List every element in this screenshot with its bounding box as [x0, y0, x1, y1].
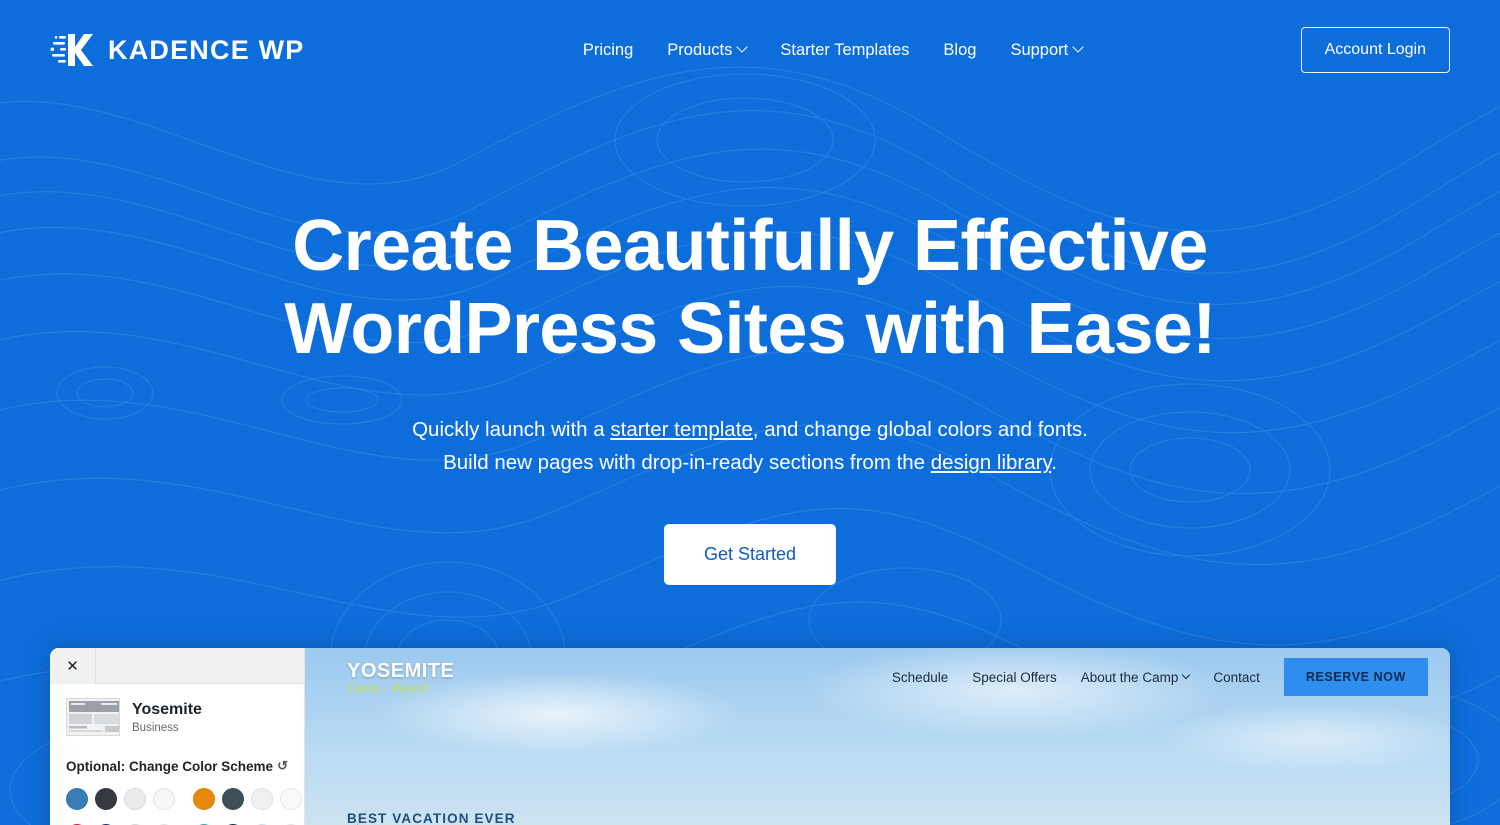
template-summary-row: Yosemite Business [66, 698, 288, 736]
nav-item-starter-templates[interactable]: Starter Templates [780, 41, 909, 60]
reserve-now-button[interactable]: RESERVE NOW [1283, 658, 1428, 696]
template-name: Yosemite [132, 700, 202, 718]
color-swatch [222, 788, 244, 810]
starter-template-panel: ✕ Yosemite Business Optional: Change Col… [50, 648, 305, 825]
subtitle-text: Quickly launch with a [412, 417, 611, 441]
hero-subtitle: Quickly launch with a starter template, … [0, 413, 1500, 481]
template-category: Business [132, 722, 179, 735]
brand-name: KADENCE WP [108, 34, 305, 65]
account-login-button[interactable]: Account Login [1300, 27, 1450, 73]
preview-nav-label: About the Camp [1080, 669, 1179, 685]
preview-logo-main: YOSEMITE [347, 659, 455, 682]
starter-template-link[interactable]: starter template [610, 418, 752, 441]
nav-item-support[interactable]: Support [1010, 40, 1084, 60]
panel-toolbar: ✕ [50, 648, 304, 684]
preview-nav-about-the-camp[interactable]: About the Camp [1080, 669, 1191, 685]
reset-circular-arrow-icon[interactable]: ↺ [277, 758, 288, 774]
nav-label: Pricing [582, 40, 634, 59]
preview-nav-schedule[interactable]: Schedule [892, 670, 948, 685]
main-navigation: Pricing Products Starter Templates Blog … [365, 41, 1301, 60]
subtitle-text: . [1051, 451, 1057, 475]
preview-nav-label: Special Offers [972, 669, 1057, 685]
preview-site-menu: Schedule Special Offers About the Camp C… [892, 658, 1428, 696]
preview-logo-sub: Camp - Resort [347, 680, 429, 695]
preview-site-header: YOSEMITE Camp - Resort Schedule Special … [305, 648, 1450, 706]
color-scheme-header: Optional: Change Color Scheme ↺ [66, 758, 288, 774]
nav-label: Support [1010, 40, 1069, 59]
nav-item-blog[interactable]: Blog [943, 41, 976, 60]
preview-nav-label: Schedule [891, 669, 949, 685]
site-preview: YOSEMITE Camp - Resort Schedule Special … [305, 648, 1450, 825]
chevron-down-icon [736, 41, 749, 53]
color-swatch [193, 788, 215, 810]
color-swatch [66, 788, 88, 810]
color-swatch [251, 788, 273, 810]
color-swatch [280, 788, 302, 810]
nav-label: Products [667, 40, 733, 59]
color-scheme-option[interactable] [66, 788, 175, 810]
design-library-link[interactable]: design library [931, 451, 1051, 474]
headline-line-2: WordPress Sites with Ease! [284, 288, 1216, 369]
landing-page: KADENCE WP Pricing Products Starter Temp… [0, 0, 1500, 825]
kadence-k-logo-icon [50, 34, 93, 66]
preview-nav-contact[interactable]: Contact [1213, 670, 1260, 685]
nav-item-products[interactable]: Products [667, 40, 749, 60]
nav-item-pricing[interactable]: Pricing [583, 41, 633, 60]
get-started-button[interactable]: Get Started [663, 524, 837, 586]
preview-nav-special-offers[interactable]: Special Offers [972, 670, 1057, 685]
preview-site-logo[interactable]: YOSEMITE Camp - Resort [347, 661, 454, 694]
page-title: Create Beautifully Effective WordPress S… [245, 205, 1255, 371]
template-meta: Yosemite Business [132, 700, 202, 734]
chevron-down-icon [1182, 670, 1191, 680]
app-screenshot-mockup: ✕ Yosemite Business Optional: Change Col… [50, 648, 1450, 825]
close-icon[interactable]: ✕ [50, 648, 96, 684]
brand-logo-link[interactable]: KADENCE WP [50, 30, 305, 70]
color-scheme-row-1 [66, 788, 302, 810]
cta-container: Get Started [0, 524, 1500, 586]
color-scheme-label: Optional: Change Color Scheme [66, 758, 274, 774]
subtitle-line-1: Quickly launch with a starter template, … [412, 418, 1088, 441]
color-scheme-option[interactable] [193, 788, 302, 810]
panel-body: Yosemite Business Optional: Change Color… [50, 684, 304, 825]
color-swatch [124, 788, 146, 810]
color-swatch [95, 788, 117, 810]
nav-label: Starter Templates [780, 40, 910, 59]
subtitle-line-2: Build new pages with drop-in-ready secti… [443, 451, 1057, 474]
template-thumbnail [66, 698, 120, 736]
subtitle-text: , and change global colors and fonts. [752, 417, 1088, 441]
chevron-down-icon [1072, 41, 1084, 53]
preview-headline: BEST VACATION EVER [347, 811, 516, 825]
preview-nav-label: Contact [1213, 669, 1260, 685]
site-header: KADENCE WP Pricing Products Starter Temp… [0, 0, 1500, 100]
subtitle-text: Build new pages with drop-in-ready secti… [443, 451, 931, 475]
nav-label: Blog [943, 40, 977, 59]
headline-line-1: Create Beautifully Effective [292, 206, 1208, 286]
color-swatch [153, 788, 175, 810]
hero-section: Create Beautifully Effective WordPress S… [0, 100, 1500, 586]
